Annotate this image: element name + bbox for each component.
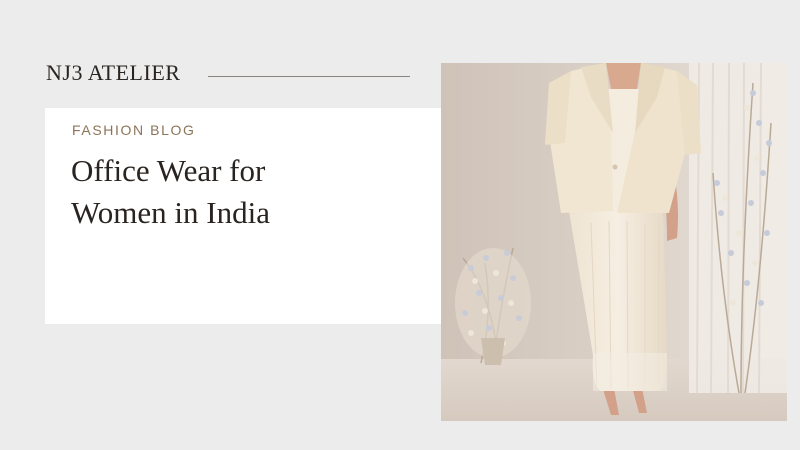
header-divider <box>208 76 410 77</box>
title-card: FASHION BLOG Office Wear for Women in In… <box>45 108 441 324</box>
title-line-1: Office Wear for <box>71 153 266 188</box>
title-line-2: Women in India <box>71 195 270 230</box>
fashion-photo-illustration <box>441 63 787 421</box>
category-label: FASHION BLOG <box>72 122 196 138</box>
brand-logo: NJ3 ATELIER <box>46 60 181 85</box>
hero-photo <box>441 63 787 421</box>
page-title: Office Wear for Women in India <box>71 150 431 234</box>
